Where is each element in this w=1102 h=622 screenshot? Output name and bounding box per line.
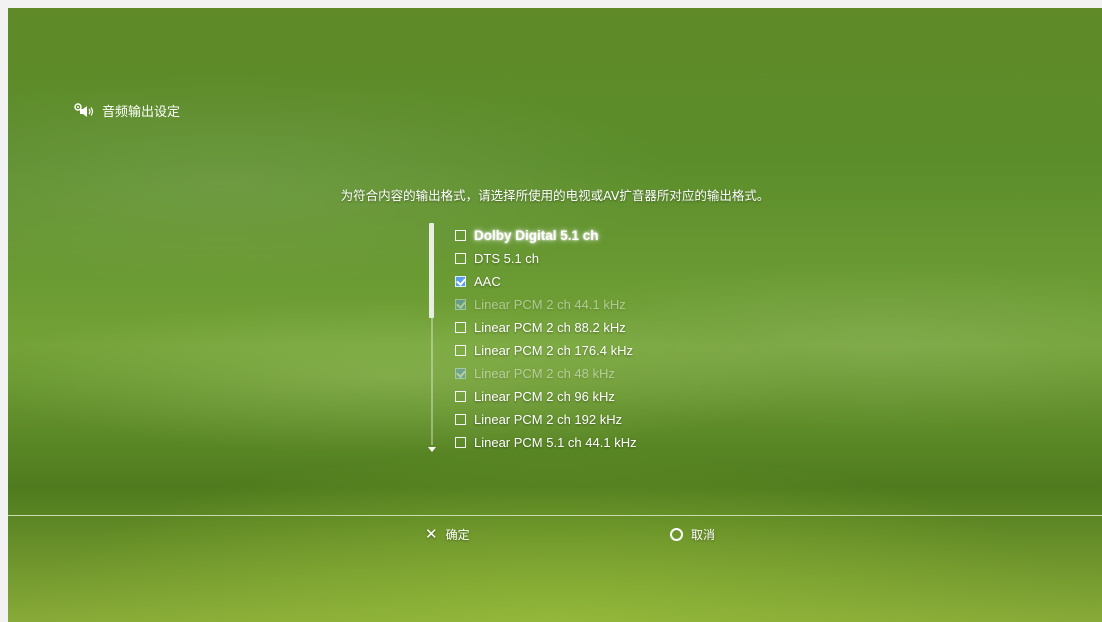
speaker-settings-icon — [74, 102, 96, 119]
option-label: Linear PCM 2 ch 192 kHz — [474, 412, 623, 427]
checkbox-icon[interactable] — [455, 391, 466, 402]
audio-format-option[interactable]: Linear PCM 2 ch 88.2 kHz — [455, 316, 637, 339]
audio-format-option[interactable]: AAC — [455, 270, 637, 293]
audio-format-list: Dolby Digital 5.1 ch DTS 5.1 ch AAC Linear … — [455, 224, 637, 454]
instruction-text: 为符合内容的输出格式，请选择所使用的电视或AV扩音器所对应的输出格式。 — [340, 188, 770, 203]
audio-format-option[interactable]: Linear PCM 2 ch 176.4 kHz — [455, 339, 637, 362]
option-list-scrollbar[interactable] — [428, 223, 437, 453]
audio-format-option: Linear PCM 2 ch 44.1 kHz — [455, 293, 637, 316]
audio-format-option[interactable]: Linear PCM 2 ch 192 kHz — [455, 408, 637, 431]
scrollbar-thumb[interactable] — [429, 223, 434, 318]
option-label: Linear PCM 2 ch 48 kHz — [474, 366, 615, 381]
option-label: DTS 5.1 ch — [474, 251, 540, 266]
checkbox-checked-icon — [455, 299, 466, 310]
option-label: Linear PCM 5.1 ch 44.1 kHz — [474, 435, 637, 450]
checkbox-checked-icon — [455, 368, 466, 379]
option-label: Linear PCM 2 ch 176.4 kHz — [474, 343, 633, 358]
confirm-button[interactable]: ✕ 确定 — [425, 526, 470, 543]
page-header: 音频输出设定 — [74, 101, 180, 120]
option-label: Linear PCM 2 ch 44.1 kHz — [474, 297, 626, 312]
audio-format-option: Linear PCM 2 ch 48 kHz — [455, 362, 637, 385]
cancel-label: 取消 — [691, 528, 716, 542]
cross-button-icon: ✕ — [425, 525, 438, 543]
option-label: AAC — [474, 274, 501, 289]
window-frame-left — [0, 0, 8, 622]
cancel-button[interactable]: 取消 — [670, 526, 715, 543]
window-frame-top — [0, 0, 1102, 8]
option-label: Dolby Digital 5.1 ch — [474, 228, 599, 243]
option-label: Linear PCM 2 ch 88.2 kHz — [474, 320, 626, 335]
checkbox-icon[interactable] — [455, 322, 466, 333]
checkbox-icon[interactable] — [455, 437, 466, 448]
audio-format-option[interactable]: Linear PCM 2 ch 96 kHz — [455, 385, 637, 408]
option-label: Linear PCM 2 ch 96 kHz — [474, 389, 615, 404]
checkbox-icon[interactable] — [455, 414, 466, 425]
audio-format-option[interactable]: DTS 5.1 ch — [455, 247, 637, 270]
xmb-background: 音频输出设定 为符合内容的输出格式，请选择所使用的电视或AV扩音器所对应的输出格… — [8, 8, 1102, 622]
circle-button-icon — [670, 528, 683, 541]
checkbox-icon[interactable] — [455, 230, 466, 241]
checkbox-checked-icon[interactable] — [455, 276, 466, 287]
page-title: 音频输出设定 — [102, 105, 181, 120]
footer-divider — [8, 515, 1102, 516]
checkbox-icon[interactable] — [455, 345, 466, 356]
audio-format-option[interactable]: Linear PCM 5.1 ch 44.1 kHz — [455, 431, 637, 454]
checkbox-icon[interactable] — [455, 253, 466, 264]
scroll-down-arrow-icon[interactable] — [428, 447, 436, 452]
audio-format-option[interactable]: Dolby Digital 5.1 ch — [455, 224, 637, 247]
confirm-label: 确定 — [445, 528, 470, 542]
